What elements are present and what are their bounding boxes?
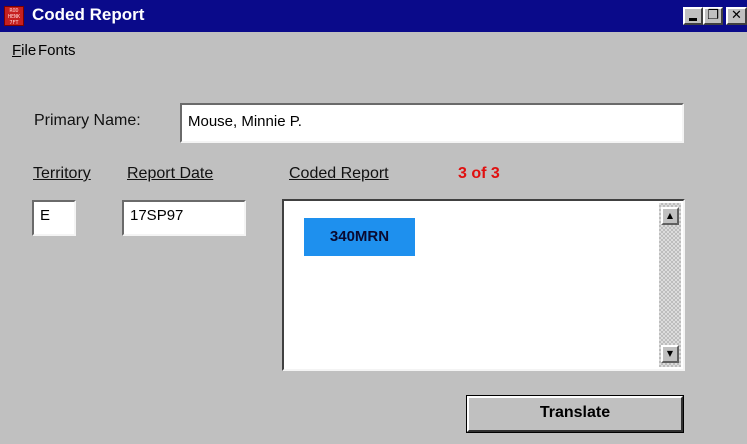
window-title: Coded Report [32, 5, 145, 24]
app-icon: ROD HENK 7FT [4, 6, 24, 26]
close-icon: ✕ [731, 8, 742, 23]
coded-report-item-selected[interactable]: 340MRN [304, 218, 415, 256]
restore-icon: ❐ [707, 8, 719, 23]
coded-report-window: ROD HENK 7FT Coded Report ❐ ✕ File Fonts… [0, 0, 747, 444]
menu-bar: File Fonts [0, 32, 747, 60]
menu-fonts[interactable]: Fonts [38, 42, 76, 59]
territory-field[interactable]: E [32, 200, 76, 236]
arrow-up-icon: ▲ [666, 211, 674, 220]
translate-button[interactable]: Translate [467, 396, 683, 432]
maximize-button[interactable]: ❐ [703, 7, 723, 25]
close-button[interactable]: ✕ [726, 7, 747, 25]
primary-name-field[interactable]: Mouse, Minnie P. [180, 103, 684, 143]
territory-label: Territory [33, 165, 91, 182]
coded-report-label: Coded Report [289, 165, 389, 182]
coded-report-listbox[interactable]: 340MRN ▲ ▼ [282, 199, 685, 371]
report-date-label: Report Date [127, 165, 214, 182]
minimize-icon [689, 18, 697, 21]
menu-file[interactable]: File [12, 42, 36, 59]
report-date-field[interactable]: 17SP97 [122, 200, 246, 236]
scroll-up-button[interactable]: ▲ [661, 207, 679, 225]
minimize-button[interactable] [683, 7, 703, 25]
title-bar[interactable]: ROD HENK 7FT Coded Report ❐ ✕ [0, 0, 747, 32]
menu-file-mnemonic: F [12, 42, 22, 59]
menu-file-label: ile [21, 42, 37, 59]
primary-name-label: Primary Name: [34, 112, 141, 129]
listbox-scrollbar[interactable]: ▲ ▼ [659, 203, 681, 367]
arrow-down-icon: ▼ [666, 349, 674, 358]
scroll-down-button[interactable]: ▼ [661, 345, 679, 363]
record-count: 3 of 3 [458, 165, 500, 182]
